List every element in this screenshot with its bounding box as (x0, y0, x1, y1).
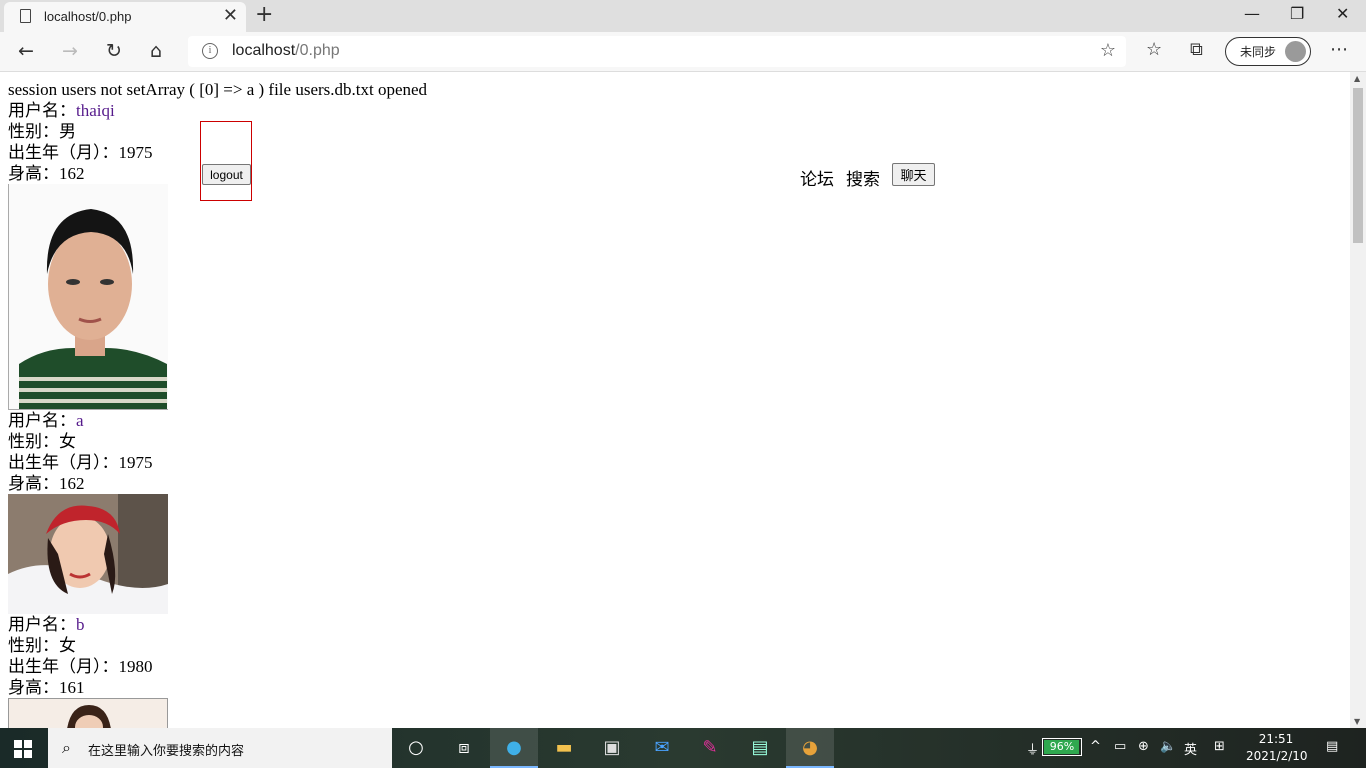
scroll-up-icon[interactable]: ▲ (1354, 74, 1360, 83)
store-icon[interactable]: ▣ (588, 728, 636, 768)
device-icon[interactable]: ▭ (1114, 739, 1126, 754)
search-link[interactable]: 搜索 (846, 165, 880, 190)
user-name-row: 用户名：b (8, 614, 85, 635)
user-name-label: 用户名： (8, 101, 76, 120)
logout-frame (200, 121, 252, 201)
forward-icon[interactable]: → (62, 39, 78, 63)
user-photo (8, 184, 168, 410)
clock-time: 21:51 (1258, 732, 1294, 746)
file-explorer-icon[interactable]: ▬ (540, 728, 588, 768)
back-icon[interactable]: ← (18, 39, 34, 63)
mail-icon[interactable]: ✉ (638, 728, 686, 768)
terminal-icon[interactable]: ▤ (736, 728, 784, 768)
tab-title: localhost/0.php (44, 9, 132, 24)
user-name-label: 用户名： (8, 411, 76, 430)
taskbar-search[interactable]: ⌕ 在这里输入你要搜索的内容 (48, 728, 392, 768)
user-height: 身高：161 (8, 678, 85, 697)
search-icon: ⌕ (62, 738, 71, 757)
address-path: /0.php (295, 42, 340, 59)
pen-app-icon[interactable]: ✎ (686, 728, 734, 768)
sync-label: 未同步 (1240, 45, 1277, 59)
user-birth: 出生年（月）：1975 (8, 143, 153, 162)
clock-date: 2021/2/10 (1246, 749, 1308, 763)
edge-taskbar-icon[interactable]: ● (490, 728, 538, 768)
battery-indicator[interactable]: 96% (1042, 738, 1082, 756)
tab-bar: localhost/0.php ✕ + — ❐ ✕ (0, 0, 1366, 32)
page-scrollbar[interactable]: ▲ ▼ (1350, 72, 1366, 728)
user-birth: 出生年（月）：1975 (8, 453, 153, 472)
ime-grid-icon[interactable]: ⊞ (1214, 739, 1225, 754)
user-name-link[interactable]: b (76, 615, 85, 634)
user-gender: 性别：女 (8, 432, 76, 451)
tab-active[interactable]: localhost/0.php ✕ (4, 2, 246, 32)
address-host: localhost (232, 42, 296, 59)
notification-icon[interactable]: ▤ (1326, 739, 1338, 754)
cortana-icon[interactable]: ○ (392, 728, 440, 768)
user-name-label: 用户名： (8, 615, 76, 634)
ime-indicator[interactable]: 英 (1184, 739, 1197, 758)
taskbar: ⌕ 在这里输入你要搜索的内容 ○ ⧈ ● ▬ ▣ ✉ ✎ ▤ ◕ ⏚ 96% ^… (0, 728, 1366, 768)
chat-button[interactable]: 聊天 (892, 163, 935, 186)
avatar-icon (1285, 41, 1306, 62)
volume-icon[interactable]: 🔈 (1160, 739, 1176, 754)
paint-icon[interactable]: ◕ (786, 728, 834, 768)
page-icon (20, 9, 31, 23)
scroll-thumb[interactable] (1353, 88, 1363, 243)
battery-percent: 96% (1049, 740, 1075, 753)
windows-start-icon[interactable] (14, 740, 32, 758)
address-bar[interactable]: i localhost/0.php ☆ (188, 36, 1126, 67)
user-name-link[interactable]: thaiqi (76, 101, 115, 120)
user-gender: 性别：男 (8, 122, 76, 141)
network-globe-icon[interactable]: ⊕ (1138, 739, 1149, 754)
refresh-icon[interactable]: ↻ (106, 39, 122, 63)
user-photo (8, 698, 168, 728)
power-plug-icon[interactable]: ⏚ (1026, 739, 1039, 758)
user-name-link[interactable]: a (76, 411, 84, 430)
logout-button[interactable]: logout (202, 164, 251, 185)
user-name-row: 用户名：a (8, 410, 84, 431)
user-gender: 性别：女 (8, 636, 76, 655)
user-name-row: 用户名：thaiqi (8, 100, 115, 121)
user-height: 身高：162 (8, 164, 85, 183)
close-tab-icon[interactable]: ✕ (223, 6, 238, 26)
more-icon[interactable]: ⋯ (1330, 39, 1348, 60)
new-tab-icon[interactable]: + (255, 2, 273, 28)
nav-bar: ← → ↻ ⌂ i localhost/0.php ☆ ☆ ⧉ 未同步 ⋯ (0, 32, 1366, 72)
restore-icon[interactable]: ❐ (1290, 4, 1304, 23)
scroll-down-icon[interactable]: ▼ (1354, 717, 1360, 726)
debug-line: session users not setArray ( [0] => a ) … (8, 80, 428, 99)
taskbar-search-placeholder: 在这里输入你要搜索的内容 (88, 744, 245, 759)
user-photo (8, 494, 168, 614)
address-url: localhost/0.php (232, 42, 340, 60)
forum-link[interactable]: 论坛 (800, 165, 834, 190)
close-window-icon[interactable]: ✕ (1336, 4, 1349, 23)
chevron-up-icon[interactable]: ^ (1090, 739, 1101, 754)
add-favorite-icon[interactable]: ☆ (1100, 40, 1116, 61)
favorites-icon[interactable]: ☆ (1146, 39, 1162, 60)
user-height: 身高：162 (8, 474, 85, 493)
user-birth: 出生年（月）：1980 (8, 657, 153, 676)
task-view-icon[interactable]: ⧈ (440, 728, 488, 768)
profile-sync-button[interactable]: 未同步 (1225, 37, 1311, 66)
page-content: session users not setArray ( [0] => a ) … (0, 72, 1350, 728)
home-icon[interactable]: ⌂ (150, 39, 162, 63)
clock[interactable]: 21:51 2021/2/10 (1246, 731, 1308, 765)
minimize-icon[interactable]: — (1244, 4, 1260, 23)
collections-icon[interactable]: ⧉ (1190, 39, 1203, 60)
info-icon[interactable]: i (202, 43, 218, 59)
